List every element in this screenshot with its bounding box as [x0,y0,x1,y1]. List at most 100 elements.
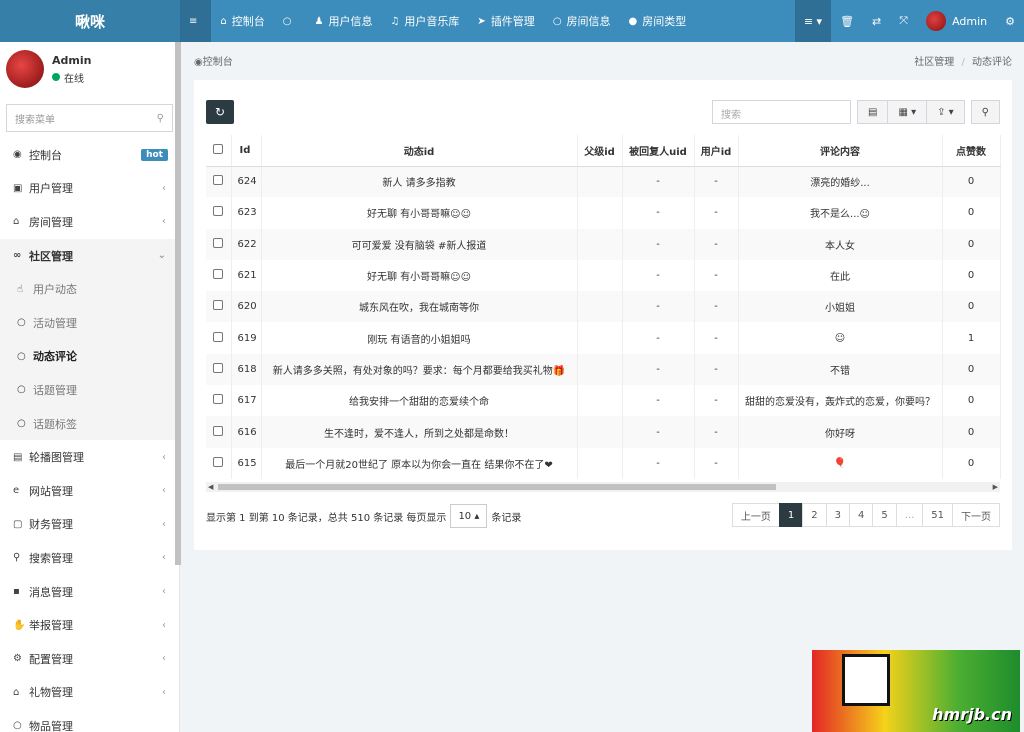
columns-button[interactable]: ▦ ▾ [887,100,928,124]
sidebar-subitem-activities[interactable]: ○ 活动管理 [0,306,179,340]
clear-cache-button[interactable]: 🗑 [831,0,863,42]
row-checkbox[interactable] [206,228,232,260]
topnav-label: 插件管理 [490,15,535,28]
sidebar-item-label: 礼物管理 [29,686,73,700]
topnav-dashboard[interactable]: ⌂ 控制台 [211,0,273,42]
sidebar-item-community[interactable]: ∞ 社区管理 ⌄ [0,238,179,273]
sidebar-item-carousel[interactable]: ▤ 轮播图管理 ‹ [0,440,179,474]
sidebar-item-label: 动态评论 [33,350,77,364]
table-horizontal-scrollbar[interactable]: ◀ ▶ [206,482,1000,492]
page-button[interactable]: 1 [778,503,804,527]
refresh-icon: ↻ [214,105,226,119]
row-checkbox[interactable] [206,385,232,417]
refresh-button[interactable]: ↻ [206,100,234,124]
sidebar-search-input[interactable]: 搜索菜单 ⚲ [6,104,173,132]
hand-icon: ✋ [13,619,26,631]
row-checkbox[interactable] [206,447,232,479]
col-id[interactable]: Id [231,135,262,167]
row-checkbox[interactable] [206,291,232,323]
sidebar-toggle-button[interactable]: ≡ [180,0,212,42]
toggle-view-button[interactable]: ▤ [856,100,889,124]
checkbox[interactable] [213,331,224,342]
sidebar-item-search[interactable]: ⚲ 搜索管理 ‹ [0,541,179,575]
sidebar-item-config[interactable]: ⚙ 配置管理 ‹ [0,642,179,676]
sidebar-subitem-user-dynamics[interactable]: ☝ 用户动态 [0,272,179,306]
sidebar-item-items[interactable]: ○ 物品管理 [0,709,179,732]
checkbox[interactable] [213,425,224,436]
checkbox[interactable] [213,394,224,405]
checkbox[interactable] [213,362,224,373]
sidebar-item-users[interactable]: ▣ 用户管理 ‹ [0,172,179,206]
sidebar-subitem-topic-tags[interactable]: ○ 话题标签 [0,407,179,441]
more-menu-button[interactable]: ≡ ▾ [794,0,832,42]
page-button[interactable]: 2 [802,503,827,527]
row-checkbox[interactable] [206,322,232,354]
topnav-room-type[interactable]: ● 房间类型 [620,0,696,42]
app-logo[interactable]: 啾咪 [0,0,180,42]
col-likes[interactable]: 点赞数 [942,135,1001,167]
table-search-input[interactable]: 搜索 [711,100,851,124]
user-menu[interactable]: Admin [917,0,996,42]
col-parent-id[interactable]: 父级id [577,135,623,167]
circle-icon: ○ [282,15,292,27]
sidebar-scrollbar[interactable] [175,42,181,565]
export-button[interactable]: ⇪ ▾ [926,100,965,124]
col-reply-uid[interactable]: 被回复人uid [622,135,695,167]
page-button[interactable]: 51 [922,503,953,527]
scrollbar-thumb[interactable] [218,484,776,490]
page-size-select[interactable]: 10 ▴ [450,504,488,528]
col-content[interactable]: 评论内容 [738,135,943,167]
settings-button[interactable]: ⚙ [996,0,1024,42]
table-row[interactable]: 623 好无聊 有小哥哥嘛☺☺ - - 我不是么...☺ 0 [206,197,1001,229]
checkbox[interactable] [213,206,224,217]
table-row[interactable]: 616 生不逢时，爱不逢人，所到之处都是命数！ - - 你好呀 0 [206,416,1001,448]
table-row[interactable]: 624 新人 请多多指教 - - 漂亮的婚纱... 0 [206,166,1001,198]
table-row[interactable]: 619 刚玩 有语音的小姐姐吗 - - ☺ 1 [206,322,1001,354]
table-row[interactable]: 621 好无聊 有小哥哥嘛☺☺ - - 在此 0 [206,259,1001,292]
page-button[interactable]: 3 [825,503,850,527]
sidebar-subitem-dynamic-comments[interactable]: ○ 动态评论 [0,340,179,374]
sidebar-item-messages[interactable]: ▪ 消息管理 ‹ [0,575,179,609]
scroll-right-icon[interactable]: ▶ [993,483,998,491]
page-button[interactable]: 5 [872,503,897,527]
checkbox[interactable] [213,456,224,467]
next-page-button[interactable]: 下一页 [952,503,1000,527]
row-checkbox[interactable] [206,259,232,292]
table-row[interactable]: 620 城东风在吹，我在城南等你 - - 小姐姐 0 [206,291,1001,323]
checkbox[interactable] [213,269,224,280]
language-icon: ⇄ [872,14,882,28]
fullscreen-button[interactable]: ⤧ [890,0,917,42]
topnav-circle[interactable]: ○ [274,0,306,42]
sidebar-item-dashboard[interactable]: ◉ 控制台 hot [0,138,179,172]
sidebar-item-rooms[interactable]: ⌂ 房间管理 ‹ [0,205,179,239]
sidebar-item-reports[interactable]: ✋ 举报管理 ‹ [0,608,179,642]
col-dynamic-id[interactable]: 动态id [261,135,578,167]
checkbox[interactable] [213,175,224,186]
row-checkbox[interactable] [206,416,232,448]
table-row[interactable]: 617 给我安排一个甜甜的恋爱续个命 - - 甜甜的恋爱没有，轰炸式的恋爱，你要吗？ 0 [206,385,1001,417]
sidebar-item-finance[interactable]: ▢ 财务管理 ‹ [0,508,179,542]
breadcrumb-link[interactable]: 社区管理 [914,57,954,68]
topnav-user-info[interactable]: ♟ 用户信息 [305,0,381,42]
checkbox[interactable] [213,237,224,248]
checkbox[interactable] [213,300,224,311]
sidebar-item-website[interactable]: e 网站管理 ‹ [0,474,179,508]
scroll-left-icon[interactable]: ◀ [208,483,213,491]
col-user-id[interactable]: 用户id [694,135,739,167]
search-button[interactable]: ⚲ [970,100,1000,124]
table-row[interactable]: 618 新人请多多关照，有处对象的吗？要求：每个月都要给我买礼物🎁 - - 不错 0 [206,353,1001,386]
table-row[interactable]: 615 最后一个月就20世纪了 原本以为你会一直在 结果你不在了❤ - - 🎈 0 [206,447,1001,479]
row-checkbox[interactable] [206,353,232,386]
topnav-music-library[interactable]: ♫ 用户音乐库 [381,0,468,42]
row-checkbox[interactable] [206,166,232,198]
page-button[interactable]: 4 [848,503,874,527]
sidebar-item-gifts[interactable]: ⌂ 礼物管理 ‹ [0,676,179,710]
topnav-room-info[interactable]: ○ 房间信息 [544,0,620,42]
table-row[interactable]: 622 可可爱爱 没有脑袋 #新人报道 - - 本人女 0 [206,228,1001,260]
topnav-plugin-manage[interactable]: ➤ 插件管理 [468,0,543,42]
row-checkbox[interactable] [206,197,232,229]
language-button[interactable]: ⇄ [863,0,890,42]
select-all-checkbox[interactable] [206,135,232,167]
sidebar-subitem-topics[interactable]: ○ 话题管理 [0,373,179,407]
prev-page-button[interactable]: 上一页 [731,503,780,527]
